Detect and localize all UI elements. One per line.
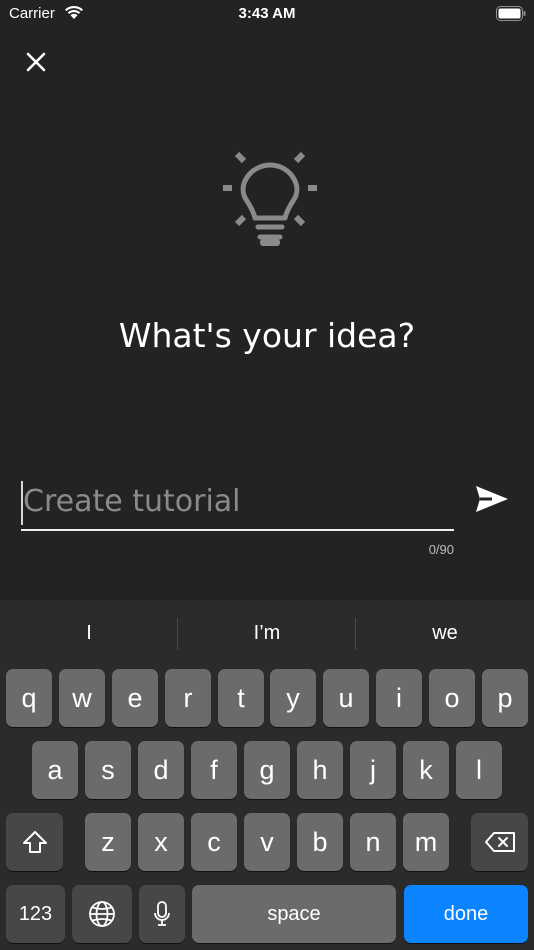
- key-j[interactable]: j: [350, 741, 396, 799]
- key-c[interactable]: c: [191, 813, 237, 871]
- close-icon: [26, 52, 46, 72]
- key-b[interactable]: b: [297, 813, 343, 871]
- close-button[interactable]: [22, 48, 50, 76]
- key-n[interactable]: n: [350, 813, 396, 871]
- prompt-title: What's your idea?: [118, 316, 416, 355]
- backspace-icon: [484, 832, 515, 852]
- send-button[interactable]: [474, 484, 514, 516]
- key-i[interactable]: i: [376, 669, 422, 727]
- character-counter: 0/90: [428, 542, 454, 557]
- key-v[interactable]: v: [244, 813, 290, 871]
- key-o[interactable]: o: [429, 669, 475, 727]
- delete-key[interactable]: [471, 813, 528, 871]
- key-t[interactable]: t: [218, 669, 264, 727]
- done-key[interactable]: done: [404, 885, 528, 943]
- key-s[interactable]: s: [85, 741, 131, 799]
- send-icon: [476, 486, 508, 512]
- key-w[interactable]: w: [59, 669, 105, 727]
- key-u[interactable]: u: [323, 669, 369, 727]
- key-z[interactable]: z: [85, 813, 131, 871]
- microphone-icon: [154, 901, 170, 926]
- globe-key[interactable]: [72, 885, 132, 943]
- key-p[interactable]: p: [482, 669, 528, 727]
- clock: 3:43 AM: [238, 5, 296, 22]
- keyboard: I I’m we q w e r t y u i o p a s d f g h…: [0, 600, 534, 950]
- idea-input[interactable]: [21, 476, 456, 526]
- input-underline: [21, 529, 454, 531]
- idea-input-container: [21, 476, 456, 532]
- key-k[interactable]: k: [403, 741, 449, 799]
- battery-icon: [496, 6, 526, 21]
- globe-icon: [89, 901, 115, 927]
- suggestion-1[interactable]: I: [0, 600, 178, 666]
- suggestion-2[interactable]: I’m: [178, 600, 356, 666]
- key-r[interactable]: r: [165, 669, 211, 727]
- lightbulb-icon: [223, 151, 317, 246]
- key-h[interactable]: h: [297, 741, 343, 799]
- key-f[interactable]: f: [191, 741, 237, 799]
- space-key[interactable]: space: [192, 885, 396, 943]
- key-a[interactable]: a: [32, 741, 78, 799]
- key-e[interactable]: e: [112, 669, 158, 727]
- key-y[interactable]: y: [270, 669, 316, 727]
- key-m[interactable]: m: [403, 813, 449, 871]
- suggestion-3[interactable]: we: [356, 600, 534, 666]
- numbers-key[interactable]: 123: [6, 885, 65, 943]
- key-g[interactable]: g: [244, 741, 290, 799]
- key-d[interactable]: d: [138, 741, 184, 799]
- shift-key[interactable]: [6, 813, 63, 871]
- key-l[interactable]: l: [456, 741, 502, 799]
- dictation-key[interactable]: [139, 885, 185, 943]
- key-q[interactable]: q: [6, 669, 52, 727]
- key-x[interactable]: x: [138, 813, 184, 871]
- text-caret: [21, 481, 23, 525]
- status-bar: Carrier 3:43 AM: [0, 0, 534, 28]
- shift-icon: [22, 831, 47, 853]
